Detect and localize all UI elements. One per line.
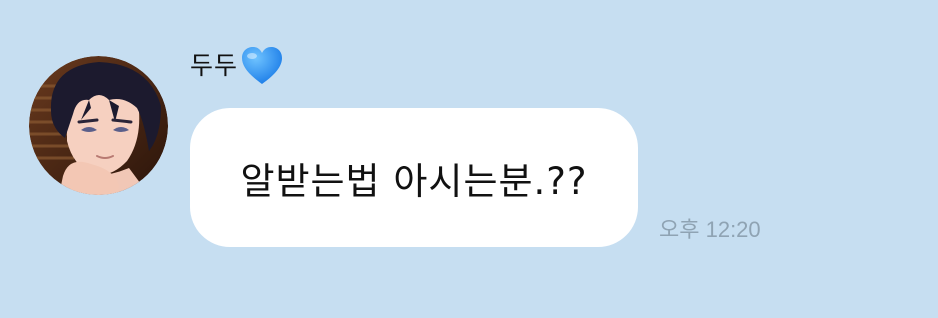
avatar-image bbox=[29, 56, 168, 195]
sender-avatar[interactable] bbox=[29, 56, 168, 195]
message-text: 알받는법 아시는분.?? bbox=[240, 159, 588, 203]
sender-name: 두두 bbox=[190, 51, 239, 80]
blue-heart-icon bbox=[240, 46, 284, 86]
message-bubble[interactable]: 알받는법 아시는분.?? bbox=[190, 108, 638, 247]
message-timestamp: 오후 12:20 bbox=[659, 217, 761, 242]
sender-header: 두두 bbox=[190, 44, 284, 88]
